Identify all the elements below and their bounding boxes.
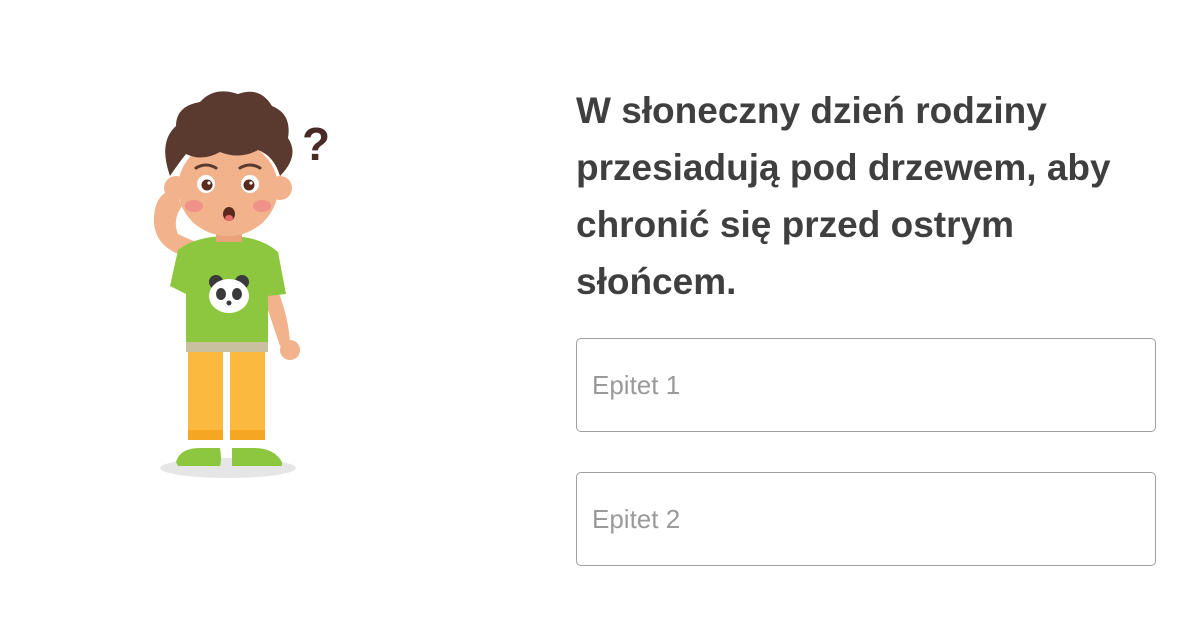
question-text: W słoneczny dzień rodziny przesiadują po… (576, 90, 1111, 302)
confused-boy-icon: ? (153, 91, 330, 478)
epitet-2-input[interactable] (576, 472, 1156, 566)
epitet-1-input[interactable] (576, 338, 1156, 432)
question-mark-label: ? (302, 118, 330, 170)
exercise-page: ? W słoneczny dzień rodziny przesiadują … (0, 0, 1200, 630)
